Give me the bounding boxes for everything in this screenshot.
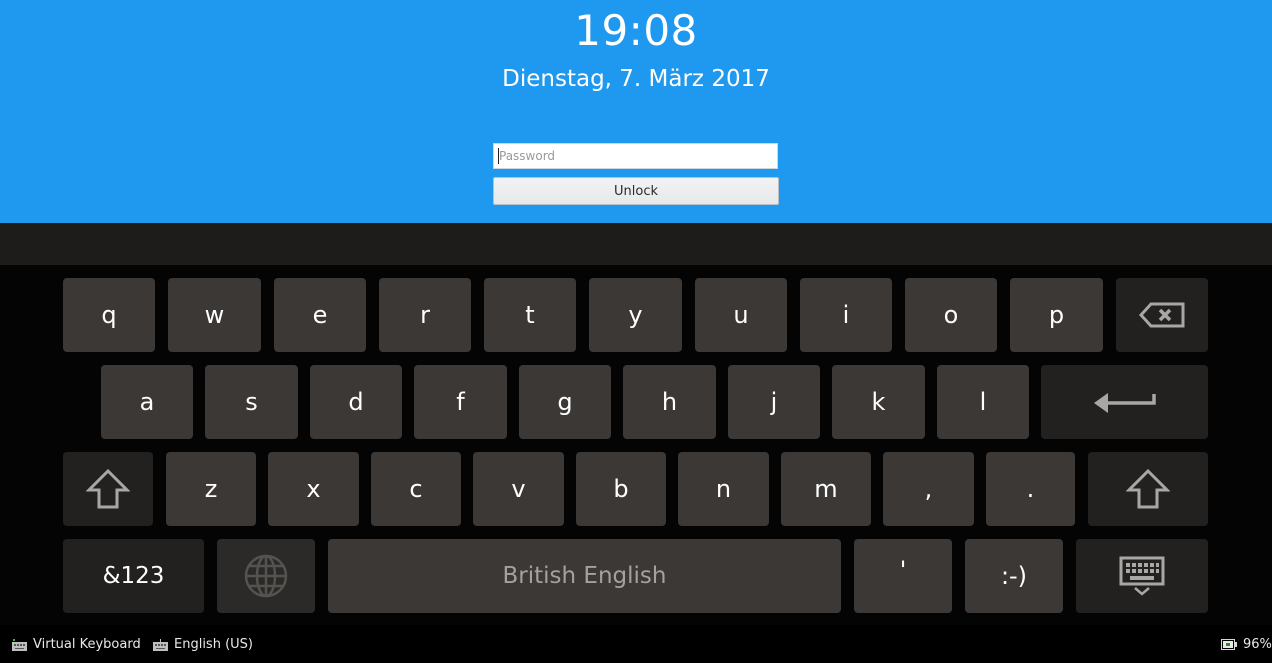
key-label: h [661,388,678,416]
key-label: d [348,388,364,416]
key-label: e [312,301,328,329]
key-label: j [770,388,778,416]
text-caret [498,148,499,164]
key-label: k [871,388,886,416]
key-label: i [842,301,850,329]
keyboard-layout-selector[interactable]: English (US) [153,637,253,652]
key-label: f [456,388,465,416]
key-f[interactable]: f [414,365,507,439]
space-language-label: British English [502,562,667,589]
key-label: m [814,475,838,503]
clock-time: 19:08 [574,6,698,55]
key-l[interactable]: l [937,365,1029,439]
key-label: t [525,301,535,329]
shift-arrow-icon [86,469,130,509]
key-shift-left[interactable] [63,452,153,526]
key-label: q [101,301,117,329]
key-comma[interactable]: , [883,452,974,526]
key-label: . [1026,475,1035,503]
key-m[interactable]: m [781,452,871,526]
key-space[interactable]: British English [328,539,841,613]
battery-indicator: 96% [1221,637,1272,652]
key-label: , [924,475,933,503]
key-x[interactable]: x [268,452,359,526]
battery-icon [1221,639,1237,650]
key-label: c [409,475,423,503]
key-label: o [943,301,959,329]
key-h[interactable]: h [623,365,716,439]
keyboard-top-bar [0,223,1272,265]
status-bar: Virtual Keyboard English (US) 96% [0,625,1272,663]
key-label: p [1048,301,1065,329]
key-o[interactable]: o [905,278,997,352]
key-backspace[interactable] [1116,278,1208,352]
keyboard-layout-label: English (US) [174,637,253,652]
keyboard-hide-icon [1119,556,1165,596]
key-w[interactable]: w [168,278,261,352]
key-symbols[interactable]: &123 [63,539,204,613]
enter-arrow-icon [1093,393,1156,413]
key-label: &123 [102,562,165,589]
key-u[interactable]: u [695,278,787,352]
key-period[interactable]: . [986,452,1075,526]
key-v[interactable]: v [473,452,564,526]
key-r[interactable]: r [379,278,471,352]
clock-date: Dienstag, 7. März 2017 [502,66,770,92]
key-label: r [420,301,430,329]
virtual-keyboard-label: Virtual Keyboard [33,637,141,652]
key-language[interactable] [217,539,315,613]
virtual-keyboard-toggle[interactable]: Virtual Keyboard [12,637,141,652]
key-apostrophe[interactable]: ' [854,539,952,613]
key-label: g [557,388,573,416]
key-label: u [733,301,749,329]
virtual-keyboard: q w e r t y u i o p a s d f g h j k l z … [0,265,1272,625]
key-shift-right[interactable] [1088,452,1208,526]
key-a[interactable]: a [101,365,193,439]
battery-percent: 96% [1243,637,1272,652]
key-hide-keyboard[interactable] [1076,539,1208,613]
key-label: s [245,388,258,416]
key-g[interactable]: g [519,365,611,439]
key-label: :-) [1000,562,1028,590]
key-p[interactable]: p [1010,278,1103,352]
key-y[interactable]: y [589,278,682,352]
key-q[interactable]: q [63,278,155,352]
key-label: ' [899,556,907,584]
globe-icon [244,554,288,598]
key-label: v [511,475,526,503]
key-j[interactable]: j [728,365,820,439]
key-label: y [628,301,643,329]
unlock-button[interactable]: Unlock [493,177,779,205]
key-t[interactable]: t [484,278,576,352]
key-smiley[interactable]: :-) [965,539,1063,613]
key-s[interactable]: s [205,365,298,439]
key-k[interactable]: k [832,365,925,439]
key-d[interactable]: d [310,365,402,439]
keyboard-icon [12,638,27,651]
key-label: w [204,301,225,329]
keyboard-icon [153,638,168,651]
key-label: x [306,475,321,503]
key-b[interactable]: b [576,452,666,526]
backspace-icon [1138,302,1185,328]
lockscreen-panel: 19:08 Dienstag, 7. März 2017 Unlock [0,0,1272,223]
key-enter[interactable] [1041,365,1208,439]
key-z[interactable]: z [166,452,256,526]
key-label: n [715,475,732,503]
key-label: z [204,475,218,503]
shift-arrow-icon [1126,469,1170,509]
key-e[interactable]: e [274,278,366,352]
key-c[interactable]: c [371,452,461,526]
key-label: b [613,475,629,503]
key-i[interactable]: i [800,278,892,352]
key-label: a [139,388,155,416]
password-input[interactable] [493,143,778,169]
key-n[interactable]: n [678,452,769,526]
key-label: l [979,388,987,416]
